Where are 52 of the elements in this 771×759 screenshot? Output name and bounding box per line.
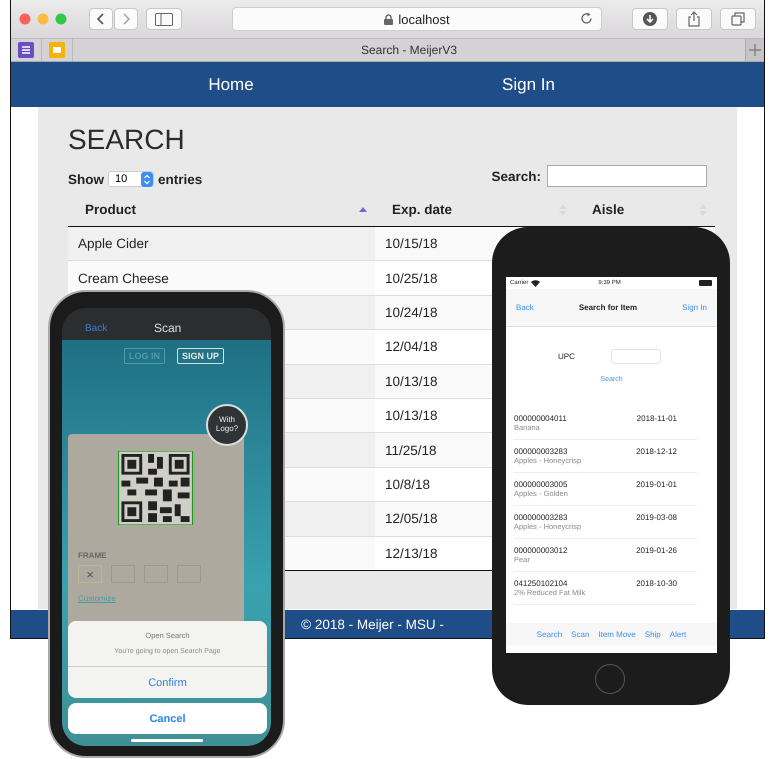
lock-icon <box>384 14 394 24</box>
search-label: Search: <box>491 168 541 184</box>
chevron-left-icon <box>96 12 106 26</box>
show-label: Show <box>68 172 104 186</box>
page-heading: SEARCH <box>68 125 186 155</box>
share-icon <box>687 11 701 27</box>
upc-label: UPC <box>558 352 575 361</box>
cancel-button[interactable]: Cancel <box>68 703 267 734</box>
home-button[interactable] <box>595 664 625 694</box>
upc-text: 000000003283 <box>514 513 568 522</box>
address-bar[interactable]: localhost <box>232 7 602 31</box>
entries-label: entries <box>158 172 202 186</box>
nav-link[interactable]: Sign In <box>451 74 606 94</box>
date-text: 2018-12-12 <box>636 447 677 456</box>
table-cell: Apple Cider <box>68 226 375 261</box>
window-controls-icon[interactable] <box>19 13 67 25</box>
upc-text: 041250102104 <box>514 579 568 588</box>
chevron-right-icon <box>121 12 131 26</box>
upc-text: 000000004011 <box>514 414 567 423</box>
date-text: 2019-01-01 <box>636 480 677 489</box>
date-text: 2019-03-08 <box>636 513 677 522</box>
back-button[interactable] <box>89 8 113 30</box>
search-field[interactable] <box>547 165 707 187</box>
sidebar-button[interactable] <box>146 8 182 30</box>
upc-text: 000000003012 <box>514 546 568 555</box>
nav-link[interactable]: Home <box>11 74 451 94</box>
upc-text: 000000003005 <box>514 480 568 489</box>
upc-field[interactable] <box>610 349 661 364</box>
download-icon <box>643 12 657 26</box>
screen-title: Scan <box>154 321 182 335</box>
tabs-button[interactable] <box>720 8 756 30</box>
upc-text: 000000003283 <box>514 447 568 456</box>
url-text: localhost <box>398 12 450 26</box>
sidebar-icon <box>155 12 173 26</box>
list-icon <box>18 42 34 58</box>
date-text: 2018-11-01 <box>636 414 677 423</box>
copyright-text: © 2018 - Meijer - MSU - <box>301 616 444 632</box>
tabs-icon <box>731 12 745 26</box>
battery-icon <box>699 280 713 286</box>
date-text: 2018-10-30 <box>636 579 677 588</box>
section-label: FRAME <box>78 551 106 560</box>
stepper-icon <box>141 172 153 186</box>
reload-icon[interactable] <box>580 12 593 25</box>
share-button[interactable] <box>676 8 712 30</box>
slides-icon <box>49 42 65 58</box>
wifi-icon <box>531 280 540 286</box>
date-text: 2019-01-26 <box>636 546 677 555</box>
screen-title: Search for Item <box>578 303 638 312</box>
new-tab-icon[interactable] <box>745 39 764 61</box>
entries-select[interactable]: 10 <box>108 171 154 187</box>
download-button[interactable] <box>632 8 668 30</box>
site-button[interactable]: SIGN UP <box>177 348 224 364</box>
